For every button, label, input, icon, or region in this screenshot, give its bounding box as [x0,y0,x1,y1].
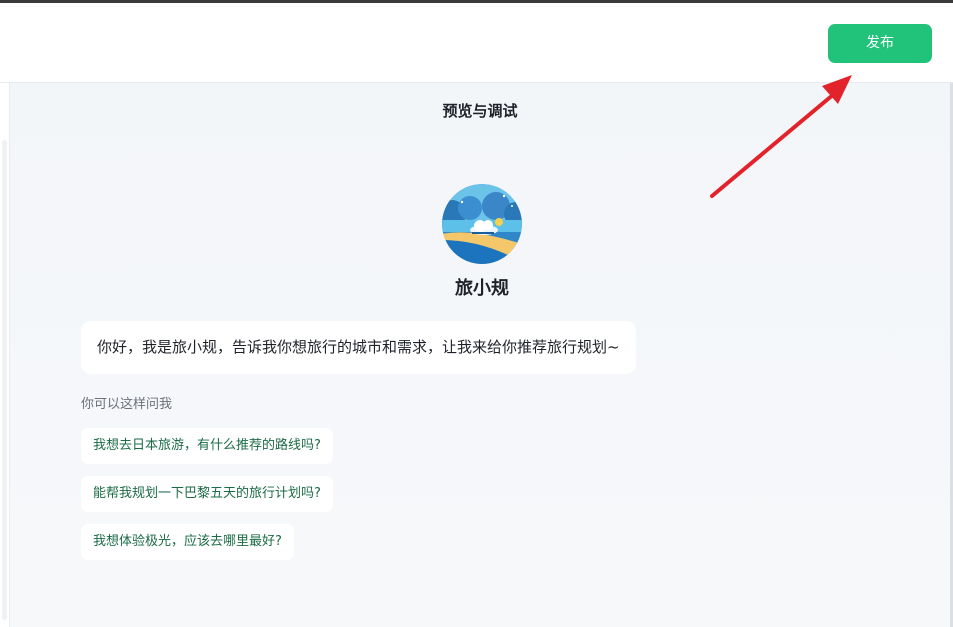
preview-panel: 预览与调试 旅小规 你好，我是旅小规，告诉我你想旅行的城市和需求，让我来给你推荐… [10,83,953,627]
suggestion-hint: 你可以这样问我 [81,397,173,412]
suggestion-chip[interactable]: 我想去日本旅游，有什么推荐的路线吗? [81,428,333,464]
beach-avatar-icon [442,184,522,264]
preview-title: 预览与调试 [442,102,518,120]
suggestion-chip[interactable]: 能帮我规划一下巴黎五天的旅行计划吗? [81,476,333,512]
suggestion-chip[interactable]: 我想体验极光，应该去哪里最好? [81,524,294,560]
left-scrollbar[interactable] [2,140,7,620]
top-toolbar: 发布 [0,3,953,83]
bot-name: 旅小规 [455,278,509,299]
app-window: 发布 预览与调试 旅小规 你好，我是旅小规，告诉我你想旅行的城市和需求，让我来给… [0,0,953,627]
publish-button[interactable]: 发布 [828,24,932,63]
bot-avatar [442,184,522,264]
greeting-message: 你好，我是旅小规，告诉我你想旅行的城市和需求，让我来给你推荐旅行规划~ [81,321,636,374]
